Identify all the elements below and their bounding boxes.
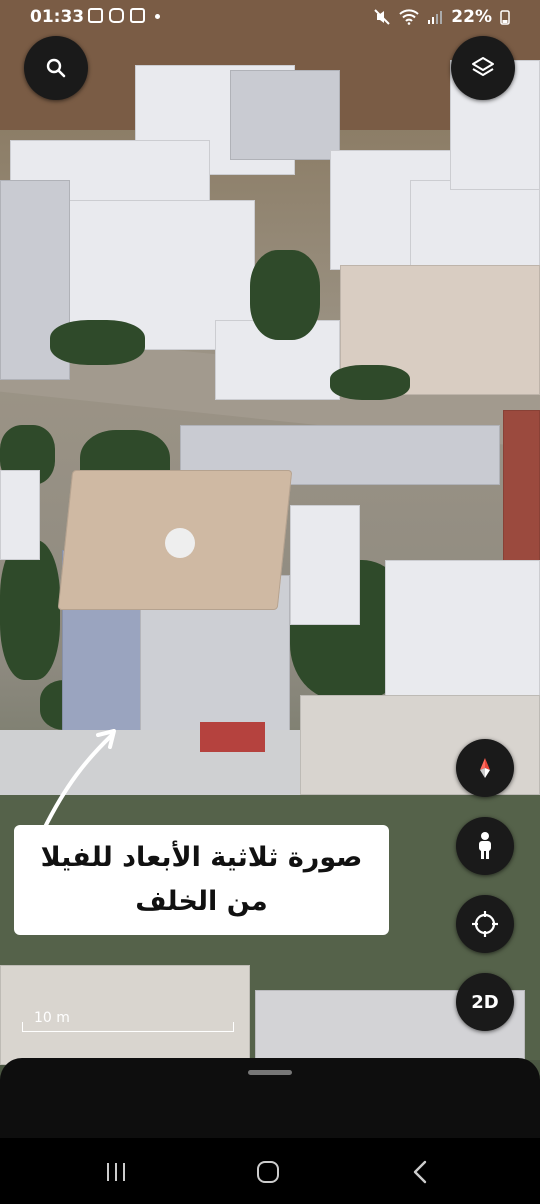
search-icon [46,58,66,78]
satellite-dish [165,528,195,558]
my-location-button[interactable] [456,895,514,953]
home-button[interactable] [248,1158,288,1186]
instagram-icon [109,8,124,23]
compass-button[interactable] [456,739,514,797]
tree [50,320,145,365]
crosshair-icon [472,911,498,937]
image-icon [130,8,145,23]
layers-icon [472,57,494,76]
status-bar: 01:33 22% [0,0,540,34]
system-navigation-bar [0,1138,540,1204]
gallery-icon [88,8,103,23]
back-button[interactable] [400,1158,440,1186]
scale-bar: 10 m [22,1010,234,1032]
recents-button[interactable] [96,1158,136,1186]
pegman-icon [479,832,491,859]
back-icon [413,1160,427,1184]
2d-toggle-button[interactable]: 2D [456,973,514,1031]
compass-icon [480,758,490,778]
2d-toggle-label: 2D [471,991,499,1013]
annotation-label: صورة ثلاثية الأبعاد للفيلا من الخلف [14,825,389,935]
tree [330,365,410,400]
home-icon [257,1161,279,1183]
recents-icon [107,1163,125,1181]
status-time: 01:33 [30,7,85,27]
building [230,70,340,160]
layers-button[interactable] [451,36,515,100]
battery-level: 22% [451,7,492,27]
scale-line [22,1022,234,1032]
red-roof [200,722,265,752]
building [503,410,540,570]
tree [250,250,320,340]
mute-icon [374,9,391,25]
building [0,470,40,560]
annotation-text: صورة ثلاثية الأبعاد للفيلا من الخلف [40,842,363,917]
notification-dot-icon [155,14,160,19]
battery-icon [500,10,510,25]
search-button[interactable] [24,36,88,100]
signal-icon [428,11,443,24]
building [290,505,360,625]
street-view-button[interactable] [456,817,514,875]
wifi-icon [399,9,419,25]
bottom-sheet[interactable] [0,1058,540,1138]
tree [0,540,60,680]
annotation-arrow [42,729,116,831]
bottom-sheet-handle[interactable] [248,1070,292,1075]
